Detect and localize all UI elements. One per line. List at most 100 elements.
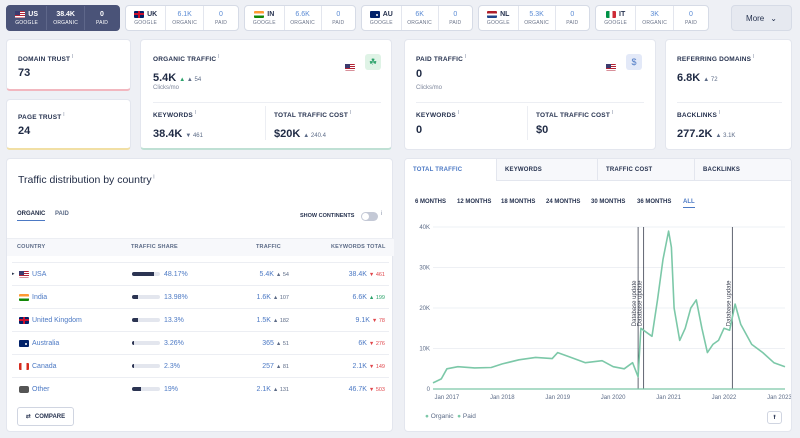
traffic-line-chart: 0 10K 20K 30K 40K Jan 2017 Jan 2018 Jan 2019 Jan…: [419, 225, 792, 401]
backlinks-label: BACKLINKS i: [677, 110, 721, 120]
organic-traffic-label: ORGANIC TRAFFIC i: [153, 54, 220, 64]
share-value: 19%: [164, 385, 179, 393]
country-name[interactable]: Australia: [32, 340, 59, 347]
domain-trust-value: 73: [18, 67, 31, 79]
paid-traffic-value: 0: [416, 68, 423, 80]
period-0[interactable]: 6 MONTHS: [415, 199, 446, 205]
x-tick-label: Jan 2017: [435, 395, 460, 401]
paid-keywords-label: KEYWORDS i: [416, 110, 460, 120]
share-bar: [132, 341, 160, 345]
dollar-icon[interactable]: $: [626, 54, 642, 70]
flag-icon: [19, 362, 29, 370]
backlinks-delta: ▲ 3.1K: [715, 133, 736, 139]
table-row[interactable]: Canada 2.3% 257 ▲ 81 2.1K ▼ 149: [12, 354, 389, 377]
share-value: 13.3%: [164, 316, 184, 324]
country-tab-it[interactable]: IT GOOGLE 3K ORGANIC 0 PAID: [595, 5, 709, 31]
x-tick-label: Jan 2018: [490, 395, 515, 401]
flag-icon: [15, 10, 26, 18]
traffic-value: 5.4K ▲ 54: [259, 270, 289, 278]
compare-button[interactable]: ⇄ COMPARE: [17, 407, 74, 426]
organic-traffic-value: 5.4K: [153, 72, 177, 84]
us-flag-icon: [345, 64, 355, 71]
country-tab-in[interactable]: IN GOOGLE 6.6K ORGANIC 0 PAID: [244, 5, 356, 31]
organic-cost-value: $20K: [274, 128, 301, 140]
period-5[interactable]: 36 MONTHS: [637, 199, 671, 205]
keywords-value: 6.6K ▲ 199: [352, 293, 385, 301]
keywords-value: 2.1K ▼ 149: [352, 362, 385, 370]
share-bar: [132, 272, 160, 276]
traffic-distribution-card: Traffic distribution by country i ORGANI…: [6, 158, 394, 432]
page-trust-value: 24: [18, 125, 31, 137]
organic-traffic-card: ORGANIC TRAFFIC i 5.4K ▲ ▲ 54 Clicks/mo ☘…: [140, 39, 392, 150]
chart-tab-2[interactable]: TRAFFIC COST: [598, 159, 695, 181]
more-button[interactable]: More ⌄: [731, 5, 792, 31]
flag-icon: [606, 10, 617, 18]
chart-tab-1[interactable]: KEYWORDS: [497, 159, 598, 181]
period-1[interactable]: 12 MONTHS: [457, 199, 491, 205]
country-name[interactable]: India: [32, 294, 47, 301]
traffic-chart-card: TOTAL TRAFFIC KEYWORDS TRAFFIC COST BACKLIN…: [404, 158, 792, 432]
flag-icon: [487, 10, 498, 18]
traffic-value: 2.1K ▲ 131: [256, 385, 289, 393]
share-value: 3.26%: [164, 339, 184, 347]
domain-trust-label: DOMAIN TRUST i: [18, 54, 74, 64]
keywords-value: 46.7K ▼ 503: [348, 385, 385, 393]
show-continents-label: SHOW CONTINENTS: [300, 213, 355, 219]
organic-traffic-delta: ▲ ▲ 54: [179, 77, 202, 83]
table-row[interactable]: India 13.98% 1.6K ▲ 107 6.6K ▲ 199: [12, 285, 389, 308]
page-trust-label: PAGE TRUST i: [18, 112, 65, 122]
compare-icon: ⇄: [25, 414, 31, 420]
y-tick-label: 10K: [419, 347, 430, 353]
keywords-value: 9.1K ▼ 78: [355, 316, 385, 324]
col-share: TRAFFIC SHARE: [131, 244, 178, 250]
paid-cost-value: $0: [536, 124, 549, 136]
x-tick-label: Jan 2023: [767, 395, 792, 401]
paid-cost-label: TOTAL TRAFFIC COST i: [536, 110, 614, 120]
chevron-down-icon: ⌄: [770, 13, 777, 23]
info-icon: i: [381, 211, 383, 217]
x-tick-label: Jan 2021: [656, 395, 681, 401]
country-tabs: US GOOGLE 38.4K ORGANIC 0 PAID UK GOOGLE 6.1K…: [6, 5, 709, 31]
flag-icon: [369, 10, 380, 18]
country-tab-nl[interactable]: NL GOOGLE 5.3K ORGANIC 0 PAID: [478, 5, 590, 31]
country-name[interactable]: Other: [32, 386, 50, 393]
flag-icon: [19, 339, 29, 347]
country-tab-au[interactable]: AU GOOGLE 6K ORGANIC 0 PAID: [361, 5, 473, 31]
y-tick-label: 30K: [419, 266, 430, 272]
table-row[interactable]: ▸ USA 48.17% 5.4K ▲ 54 38.4K ▼ 461: [12, 262, 389, 285]
share-bar: [132, 387, 160, 391]
traffic-value: 365 ▲ 51: [262, 339, 289, 347]
flag-icon: [19, 293, 29, 301]
period-6[interactable]: ALL: [683, 199, 695, 208]
x-tick-label: Jan 2020: [601, 395, 626, 401]
country-name[interactable]: USA: [32, 271, 46, 278]
show-continents-toggle[interactable]: [361, 212, 378, 221]
paid-unit: Clicks/mo: [416, 85, 443, 91]
table-row[interactable]: Australia 3.26% 365 ▲ 51 6K ▼ 276: [12, 331, 389, 354]
organic-cost-delta: ▲ 240.4: [303, 133, 326, 139]
period-4[interactable]: 30 MONTHS: [591, 199, 625, 205]
tab-organic[interactable]: ORGANIC: [17, 211, 46, 221]
legend-organic: Organic: [430, 413, 454, 420]
chart-tabs: TOTAL TRAFFIC KEYWORDS TRAFFIC COST BACKLIN…: [405, 159, 791, 181]
col-country: COUNTRY: [17, 244, 46, 250]
backlinks-value: 277.2K: [677, 128, 713, 140]
leaf-icon[interactable]: ☘: [365, 54, 381, 70]
period-3[interactable]: 24 MONTHS: [546, 199, 580, 205]
country-tab-us[interactable]: US GOOGLE 38.4K ORGANIC 0 PAID: [6, 5, 120, 31]
chart-tab-3[interactable]: BACKLINKS: [695, 159, 791, 181]
x-tick-label: Jan 2019: [545, 395, 570, 401]
export-button[interactable]: ⭱: [767, 411, 782, 424]
chart-tab-0[interactable]: TOTAL TRAFFIC: [405, 159, 497, 181]
table-row[interactable]: Other 19% 2.1K ▲ 131 46.7K ▼ 503: [12, 377, 389, 400]
period-2[interactable]: 18 MONTHS: [501, 199, 535, 205]
page-trust-card: PAGE TRUST i 24: [6, 99, 131, 150]
share-value: 13.98%: [164, 293, 188, 301]
country-name[interactable]: United Kingdom: [32, 317, 82, 324]
country-tab-uk[interactable]: UK GOOGLE 6.1K ORGANIC 0 PAID: [125, 5, 239, 31]
referring-domains-value: 6.8K: [677, 72, 701, 84]
tab-paid[interactable]: PAID: [55, 211, 69, 217]
x-tick-label: Jan 2022: [712, 395, 737, 401]
country-name[interactable]: Canada: [32, 363, 57, 370]
table-row[interactable]: United Kingdom 13.3% 1.5K ▲ 182 9.1K ▼ 7…: [12, 308, 389, 331]
